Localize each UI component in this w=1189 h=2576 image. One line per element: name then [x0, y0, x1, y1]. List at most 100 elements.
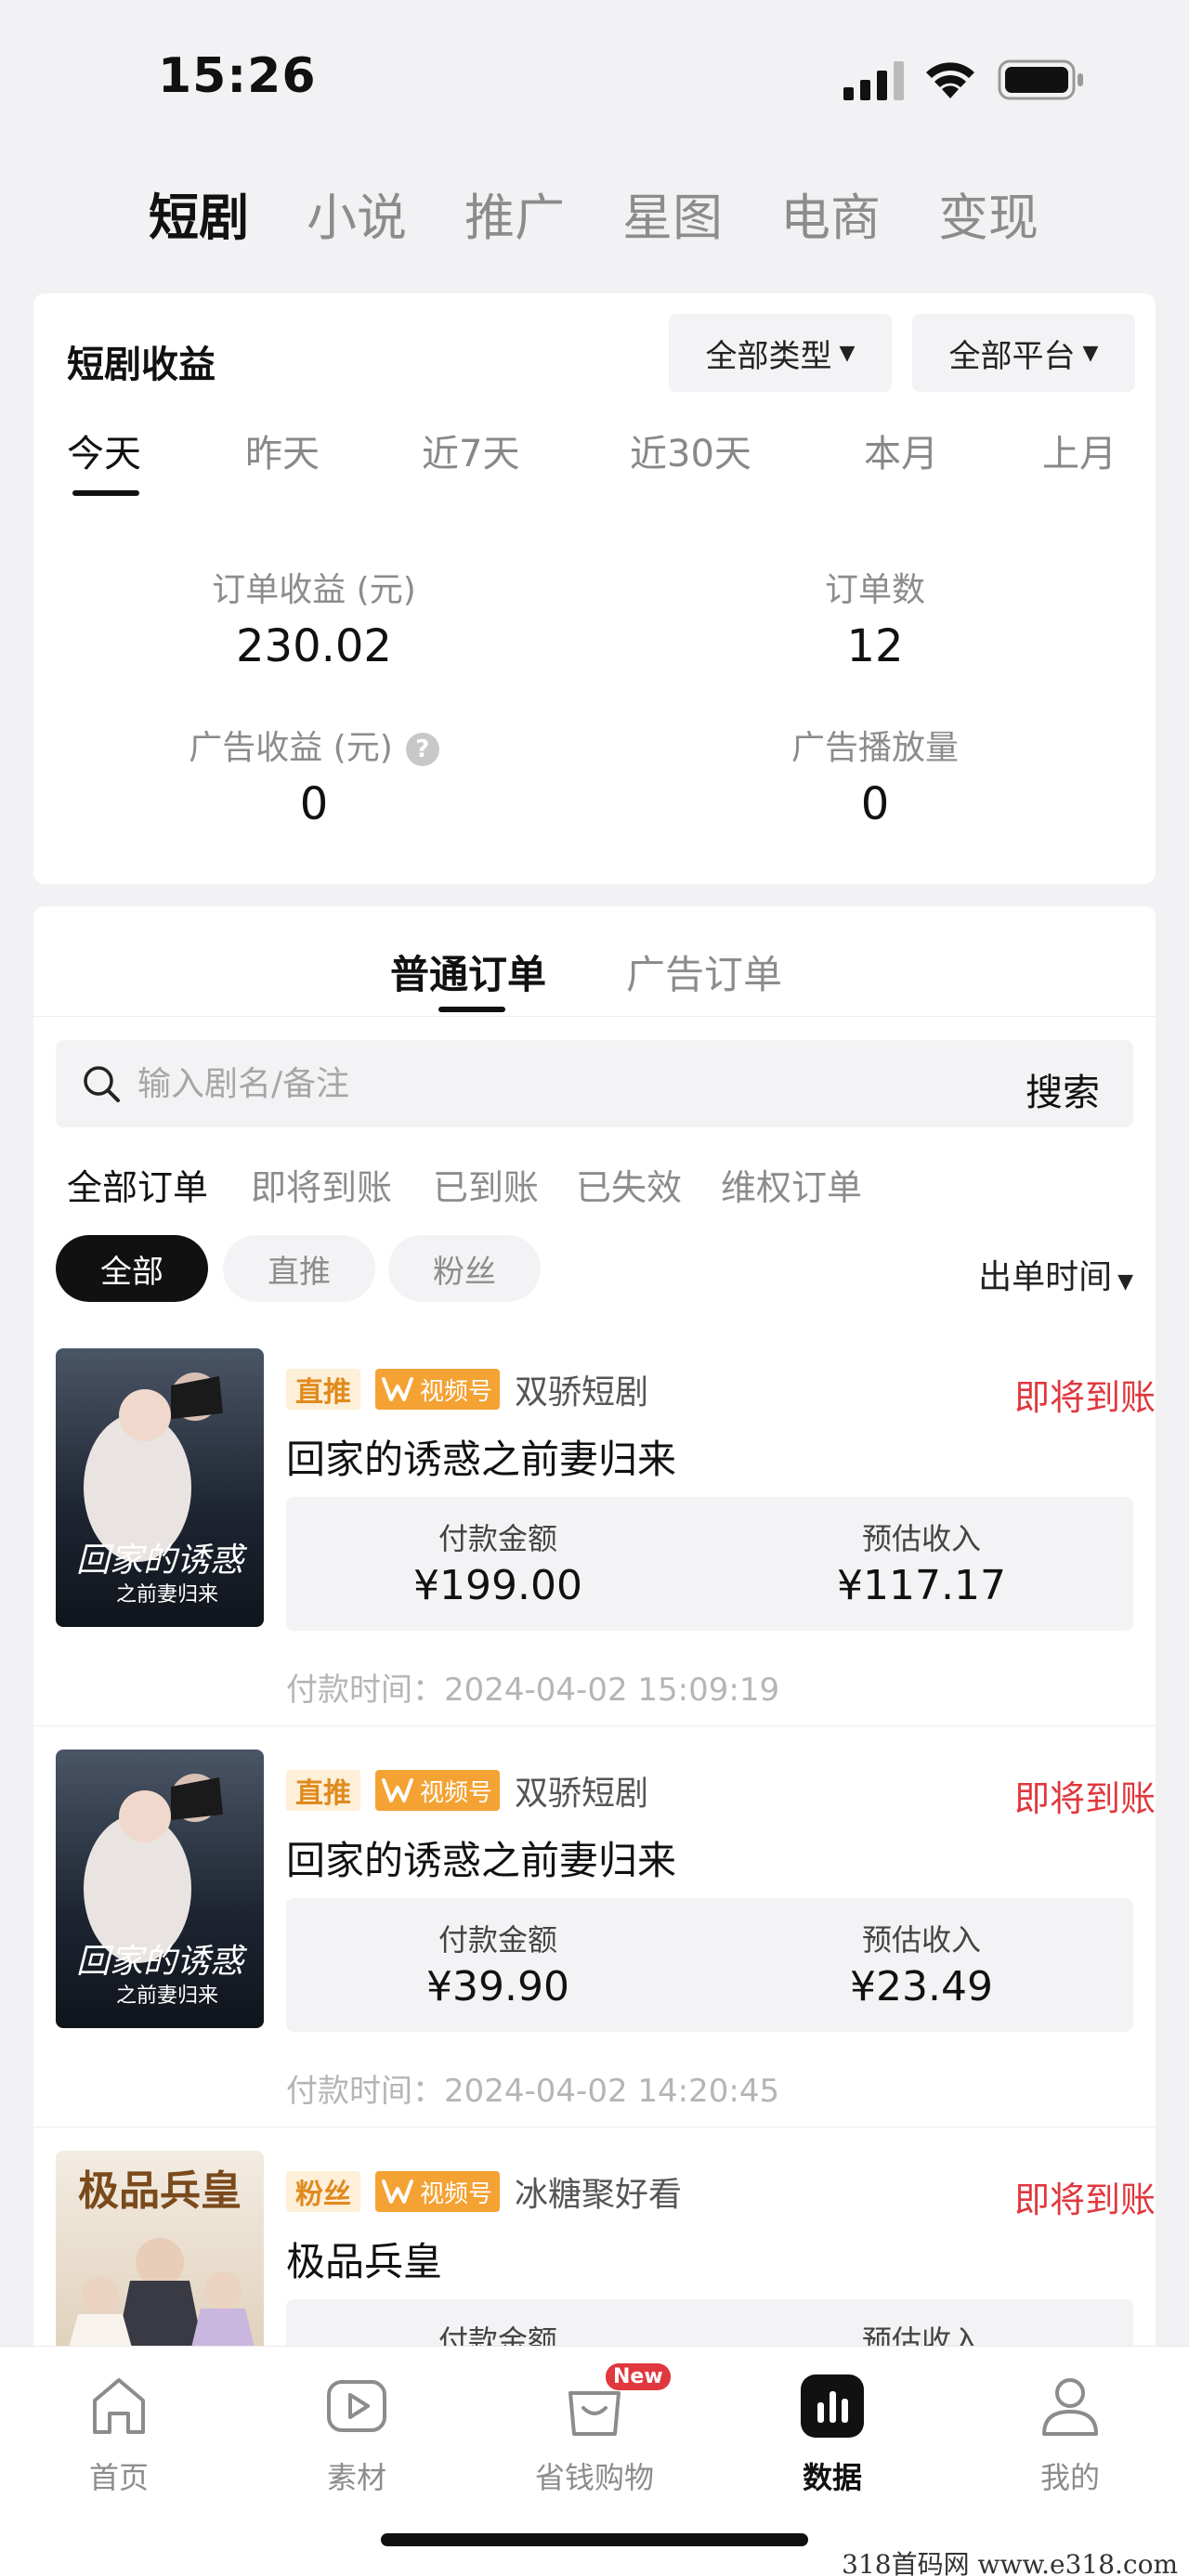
period-active-indicator — [72, 490, 139, 496]
nav-home[interactable]: 首页 — [35, 2369, 203, 2497]
poster-image: 回家的诱惑 之前妻归来 — [56, 1348, 264, 1627]
status-time: 15:26 — [158, 48, 317, 104]
poster-title: 极品兵皇 — [78, 2167, 242, 2215]
ad-income-value: 0 — [299, 778, 329, 830]
period-this-month[interactable]: 本月 — [864, 423, 938, 477]
divider — [33, 1725, 1156, 1726]
pill-direct[interactable]: 直推 — [223, 1235, 375, 1302]
platform-filter-label: 全部平台 — [948, 337, 1076, 375]
help-icon[interactable]: ? — [405, 733, 439, 766]
channel-tag: 视频号 — [375, 1369, 500, 1410]
order-status: 即将到账 — [1013, 1778, 1156, 1819]
category-tabs: 短剧 小说 推广 星图 电商 变现 — [0, 167, 1189, 251]
pay-amount: ¥199.00 — [413, 1562, 582, 1609]
drama-title: 回家的诱惑之前妻归来 — [286, 1437, 677, 1482]
nav-shopping-label: 省钱购物 — [534, 2460, 654, 2495]
period-30-days[interactable]: 近30天 — [630, 423, 751, 477]
order-count-value: 12 — [846, 620, 904, 672]
channel-label: 视频号 — [420, 2179, 493, 2208]
nav-data[interactable]: 数据 — [749, 2369, 916, 2497]
tab-promotion[interactable]: 推广 — [464, 176, 565, 250]
order-item[interactable]: 回家的诱惑 之前妻归来 直推 视频号 双骄短剧 即将到账 回家的诱惑之前妻归来 … — [33, 1750, 1156, 2151]
order-item[interactable]: 回家的诱惑 之前妻归来 直推 视频号 双骄短剧 即将到账 回家的诱惑之前妻归来 … — [33, 1348, 1156, 1750]
ad-income-label-row: 广告收益 (元)? — [128, 721, 500, 769]
ad-plays-label: 广告播放量 — [790, 729, 959, 767]
tab-monetize[interactable]: 变现 — [938, 176, 1039, 250]
pay-amount: ¥39.90 — [426, 1963, 569, 2010]
amount-box: 付款金额 ¥39.90 预估收入 ¥23.49 — [286, 1898, 1133, 2032]
sort-by-time-button[interactable]: 出单时间 ▼ — [978, 1250, 1133, 1298]
channel-tag: 视频号 — [375, 2171, 500, 2212]
video-channel-icon — [382, 1377, 413, 1401]
filter-expired[interactable]: 已失效 — [576, 1159, 682, 1210]
channel-tag: 视频号 — [375, 1770, 500, 1811]
filter-pending[interactable]: 即将到账 — [251, 1159, 392, 1210]
play-icon — [327, 2380, 386, 2432]
type-filter-label: 全部类型 — [705, 337, 832, 375]
poster-title: 回家的诱惑 — [76, 1943, 248, 1981]
pill-all[interactable]: 全部 — [56, 1235, 208, 1302]
est-income-label: 预估收入 — [861, 1922, 981, 1958]
nav-materials-label: 素材 — [326, 2460, 386, 2495]
video-channel-icon — [382, 2179, 413, 2204]
pay-amount-label: 付款金额 — [438, 1922, 557, 1958]
period-today[interactable]: 今天 — [67, 423, 141, 477]
pay-amount-label: 付款金额 — [438, 1521, 557, 1556]
caret-down-icon: ▼ — [1082, 341, 1099, 365]
tab-novel[interactable]: 小说 — [307, 176, 407, 250]
tab-ecommerce[interactable]: 电商 — [780, 176, 881, 250]
poster-title: 回家的诱惑 — [76, 1542, 248, 1580]
tab-ad-orders[interactable]: 广告订单 — [626, 943, 782, 1000]
search-button[interactable]: 搜索 — [1026, 1062, 1100, 1116]
order-status: 即将到账 — [1013, 2179, 1156, 2220]
channel-label: 视频号 — [420, 1778, 493, 1807]
nav-data-label: 数据 — [802, 2460, 862, 2495]
earnings-title: 短剧收益 — [67, 344, 216, 386]
order-count-label: 订单数 — [824, 571, 925, 609]
drama-poster: 回家的诱惑 之前妻归来 — [56, 1750, 264, 2028]
source-tag: 粉丝 — [286, 2171, 360, 2212]
ad-income-label: 广告收益 (元) — [189, 729, 393, 767]
nav-materials[interactable]: 素材 — [273, 2369, 440, 2497]
nav-profile[interactable]: 我的 — [986, 2369, 1154, 2497]
pay-time: 付款时间：2024-04-02 14:20:45 — [286, 2073, 780, 2110]
nav-profile-label: 我的 — [1039, 2460, 1100, 2495]
tab-star-map[interactable]: 星图 — [622, 176, 723, 250]
filter-credited[interactable]: 已到账 — [433, 1159, 539, 1210]
earnings-card: 短剧收益 全部类型 ▼ 全部平台 ▼ 今天 昨天 近7天 近30天 本月 上月 订单… — [33, 293, 1156, 884]
type-filter-dropdown[interactable]: 全部类型 ▼ — [669, 314, 892, 392]
new-badge: New — [606, 2363, 671, 2390]
filter-dispute[interactable]: 维权订单 — [721, 1159, 862, 1210]
platform-filter-dropdown[interactable]: 全部平台 ▼ — [912, 314, 1135, 392]
amount-box: 付款金额 ¥199.00 预估收入 ¥117.17 — [286, 1497, 1133, 1631]
divider — [33, 1016, 1156, 1017]
battery-icon — [998, 59, 1083, 100]
pill-fans[interactable]: 粉丝 — [388, 1235, 541, 1302]
period-7-days[interactable]: 近7天 — [422, 423, 519, 477]
period-tabs: 今天 昨天 近7天 近30天 本月 上月 — [33, 423, 1156, 498]
nav-home-label: 首页 — [88, 2460, 149, 2495]
drama-title: 极品兵皇 — [286, 2239, 443, 2284]
home-indicator — [381, 2533, 808, 2546]
status-bar: 15:26 — [0, 0, 1189, 149]
order-status: 即将到账 — [1013, 1377, 1156, 1418]
tab-regular-orders[interactable]: 普通订单 — [390, 943, 546, 1000]
order-income-label: 订单收益 (元) — [212, 571, 416, 609]
merchant-name: 冰糖聚好看 — [515, 2176, 683, 2214]
period-yesterday[interactable]: 昨天 — [245, 423, 320, 477]
est-income-label: 预估收入 — [861, 1521, 981, 1556]
search-input[interactable] — [137, 1040, 973, 1127]
order-item[interactable]: 极品兵皇 粉丝 视频号 冰糖聚好看 即将到账 极品兵皇 付款金额 预估收入 — [33, 2151, 1156, 2355]
poster-subtitle: 之前妻归来 — [116, 1583, 218, 1607]
drama-title: 回家的诱惑之前妻归来 — [286, 1838, 677, 1883]
filter-all-orders[interactable]: 全部订单 — [67, 1159, 208, 1210]
poster-image: 极品兵皇 — [56, 2151, 264, 2355]
cellular-signal-icon — [843, 61, 904, 100]
period-last-month[interactable]: 上月 — [1042, 423, 1117, 477]
poster-image: 回家的诱惑 之前妻归来 — [56, 1750, 264, 2028]
chart-icon — [801, 2374, 864, 2438]
channel-label: 视频号 — [420, 1377, 493, 1406]
tab-short-drama[interactable]: 短剧 — [149, 176, 249, 250]
nav-shopping[interactable]: New 省钱购物 — [511, 2363, 678, 2497]
caret-down-icon: ▼ — [839, 341, 856, 365]
